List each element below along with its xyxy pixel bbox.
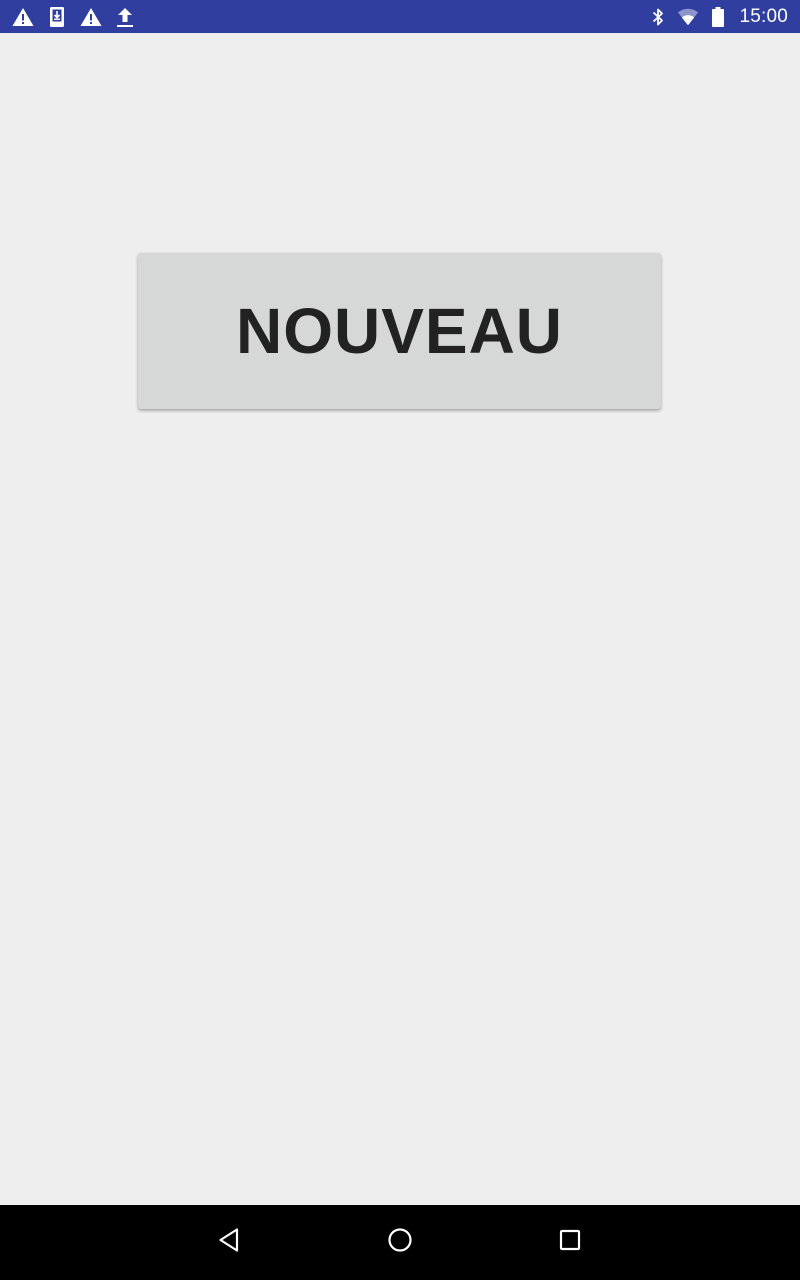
status-bar: 15:00 <box>0 0 800 33</box>
home-icon <box>386 1226 414 1259</box>
battery-icon <box>707 6 729 28</box>
system-icons: 15:00 <box>647 6 788 28</box>
wifi-icon <box>677 6 699 28</box>
upload-icon <box>114 6 136 28</box>
back-icon <box>216 1226 244 1259</box>
home-button[interactable] <box>360 1205 440 1280</box>
main-content: NOUVEAU <box>0 33 800 1205</box>
new-button[interactable]: NOUVEAU <box>138 253 661 409</box>
download-file-icon <box>46 6 68 28</box>
status-clock: 15:00 <box>739 5 788 27</box>
recents-icon <box>556 1226 584 1259</box>
back-button[interactable] <box>190 1205 270 1280</box>
navigation-bar <box>0 1205 800 1280</box>
bluetooth-icon <box>647 6 669 28</box>
warning-icon <box>80 6 102 28</box>
warning-icon <box>12 6 34 28</box>
recents-button[interactable] <box>530 1205 610 1280</box>
notification-icons <box>12 6 136 28</box>
